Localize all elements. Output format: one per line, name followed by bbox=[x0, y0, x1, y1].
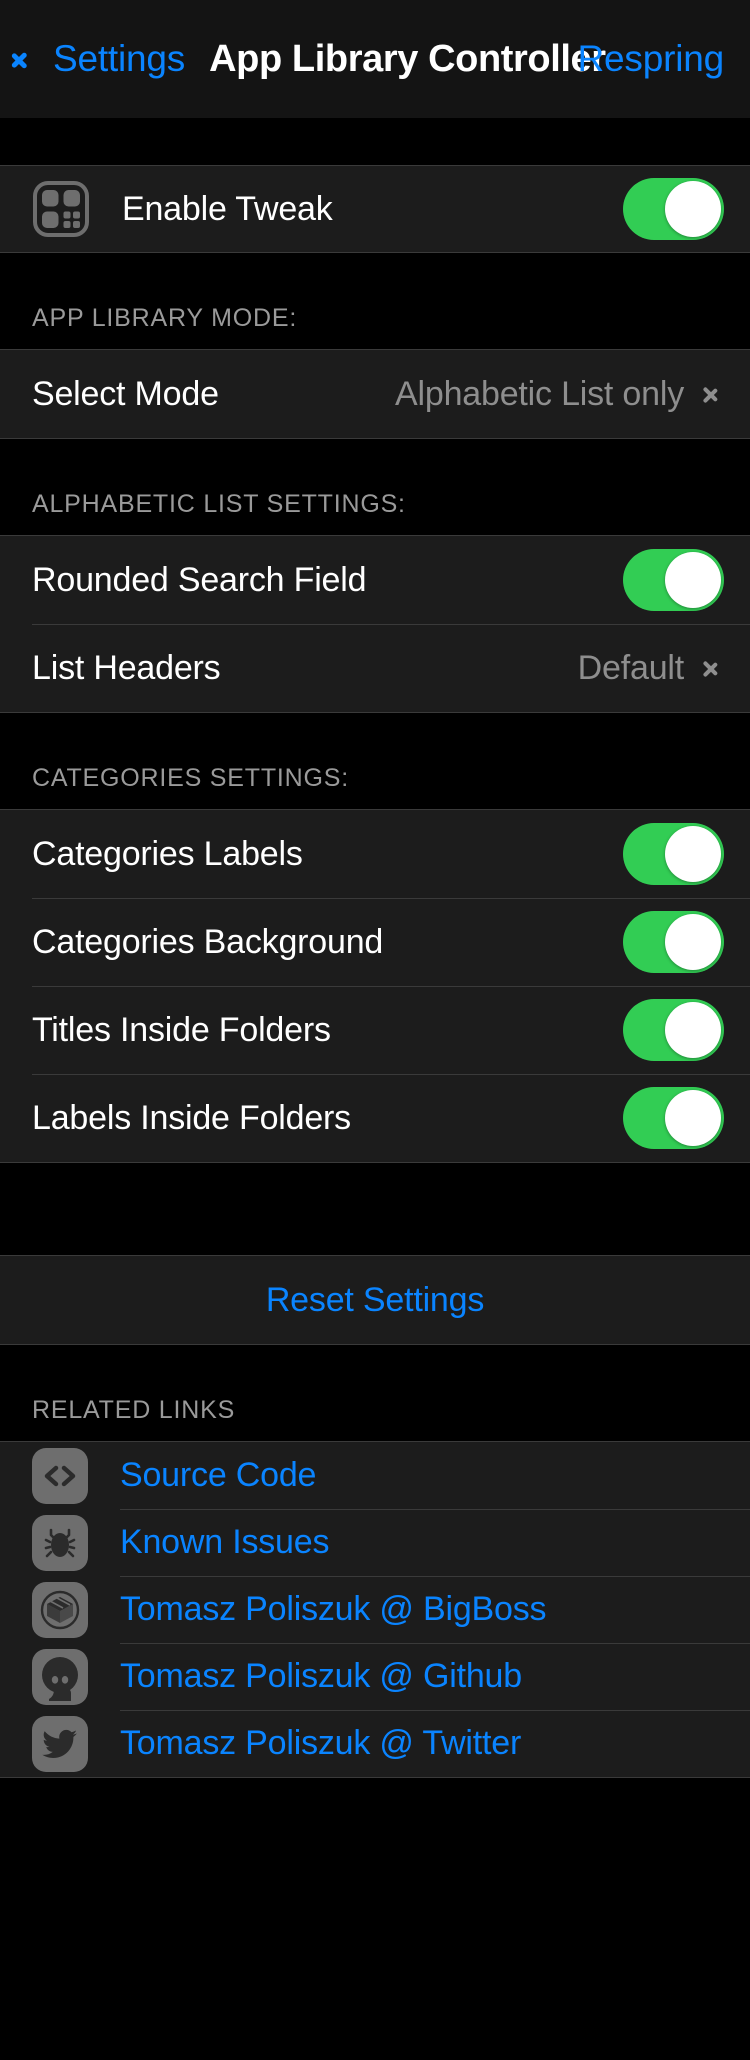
row-enable-tweak[interactable]: Enable Tweak bbox=[0, 166, 750, 252]
link-label-source-code: Source Code bbox=[120, 1456, 317, 1494]
row-rounded-search-field[interactable]: Rounded Search Field bbox=[0, 536, 750, 624]
toggle-categories-labels[interactable] bbox=[623, 823, 724, 885]
row-list-headers[interactable]: List Headers Default bbox=[0, 624, 750, 712]
section-alphabetic-list-settings: Rounded Search Field List Headers Defaul… bbox=[0, 535, 750, 713]
row-label-select-mode: Select Mode bbox=[32, 374, 219, 413]
row-labels-inside-folders[interactable]: Labels Inside Folders bbox=[0, 1074, 750, 1162]
section-header-categories-settings: CATEGORIES SETTINGS: bbox=[0, 713, 750, 809]
toggle-labels-inside-folders[interactable] bbox=[623, 1087, 724, 1149]
section-header-alphabetic-list-settings: ALPHABETIC LIST SETTINGS: bbox=[0, 439, 750, 535]
section-header-app-library-mode: APP LIBRARY MODE: bbox=[0, 253, 750, 349]
section-related-links: Source Code Known Issues Tomasz Poliszuk… bbox=[0, 1441, 750, 1778]
toggle-knob bbox=[665, 1002, 721, 1058]
row-categories-labels[interactable]: Categories Labels bbox=[0, 810, 750, 898]
link-row-twitter[interactable]: Tomasz Poliszuk @ Twitter bbox=[0, 1710, 750, 1777]
twitter-icon bbox=[32, 1715, 88, 1772]
link-row-source-code[interactable]: Source Code bbox=[0, 1442, 750, 1509]
back-button[interactable]: Settings bbox=[22, 38, 185, 80]
code-brackets-icon bbox=[32, 1447, 88, 1504]
toggle-enable-tweak[interactable] bbox=[623, 178, 724, 240]
row-label-list-headers: List Headers bbox=[32, 648, 221, 687]
chevron-left-icon bbox=[22, 41, 44, 77]
cydia-package-icon bbox=[32, 1581, 88, 1638]
toggle-knob bbox=[665, 552, 721, 608]
row-label-enable-tweak: Enable Tweak bbox=[122, 189, 333, 228]
row-titles-inside-folders[interactable]: Titles Inside Folders bbox=[0, 986, 750, 1074]
navigation-bar: Settings App Library Controller Respring bbox=[0, 0, 750, 118]
toggle-knob bbox=[665, 826, 721, 882]
toggle-categories-background[interactable] bbox=[623, 911, 724, 973]
settings-screen: Settings App Library Controller Respring bbox=[0, 0, 750, 2060]
section-app-library-mode: Select Mode Alphabetic List only bbox=[0, 349, 750, 439]
link-label-twitter: Tomasz Poliszuk @ Twitter bbox=[120, 1724, 522, 1762]
page-title: App Library Controller bbox=[209, 37, 606, 80]
app-library-grid-icon bbox=[32, 180, 90, 238]
row-categories-background[interactable]: Categories Background bbox=[0, 898, 750, 986]
row-label-categories-background: Categories Background bbox=[32, 922, 384, 961]
section-reset: Reset Settings bbox=[0, 1255, 750, 1345]
row-label-labels-inside-folders: Labels Inside Folders bbox=[32, 1098, 351, 1137]
row-label-rounded-search-field: Rounded Search Field bbox=[32, 560, 367, 599]
toggle-knob bbox=[665, 1090, 721, 1146]
spacer-bottom bbox=[0, 1778, 750, 1838]
reset-settings-button[interactable]: Reset Settings bbox=[0, 1256, 750, 1344]
section-categories-settings: Categories Labels Categories Background … bbox=[0, 809, 750, 1163]
row-label-titles-inside-folders: Titles Inside Folders bbox=[32, 1010, 331, 1049]
spacer-before-reset bbox=[0, 1163, 750, 1255]
respring-button[interactable]: Respring bbox=[578, 38, 725, 80]
bug-icon bbox=[32, 1514, 88, 1571]
section-header-related-links: RELATED LINKS bbox=[0, 1345, 750, 1441]
toggle-titles-inside-folders[interactable] bbox=[623, 999, 724, 1061]
row-select-mode[interactable]: Select Mode Alphabetic List only bbox=[0, 350, 750, 438]
github-icon bbox=[32, 1648, 88, 1705]
link-label-known-issues: Known Issues bbox=[120, 1523, 330, 1561]
toggle-knob bbox=[665, 181, 721, 237]
toggle-rounded-search-field[interactable] bbox=[623, 549, 724, 611]
link-label-bigboss: Tomasz Poliszuk @ BigBoss bbox=[120, 1590, 547, 1628]
spacer-top bbox=[0, 118, 750, 165]
row-value-select-mode: Alphabetic List only bbox=[395, 374, 684, 413]
back-button-label: Settings bbox=[53, 38, 186, 79]
row-label-categories-labels: Categories Labels bbox=[32, 834, 303, 873]
link-row-bigboss[interactable]: Tomasz Poliszuk @ BigBoss bbox=[0, 1576, 750, 1643]
link-row-github[interactable]: Tomasz Poliszuk @ Github bbox=[0, 1643, 750, 1710]
chevron-right-icon bbox=[702, 652, 720, 684]
toggle-knob bbox=[665, 914, 721, 970]
chevron-right-icon bbox=[702, 378, 720, 410]
section-enable-tweak: Enable Tweak bbox=[0, 165, 750, 253]
link-row-known-issues[interactable]: Known Issues bbox=[0, 1509, 750, 1576]
link-label-github: Tomasz Poliszuk @ Github bbox=[120, 1657, 522, 1695]
reset-settings-label: Reset Settings bbox=[265, 1280, 485, 1319]
row-value-list-headers: Default bbox=[577, 648, 685, 687]
